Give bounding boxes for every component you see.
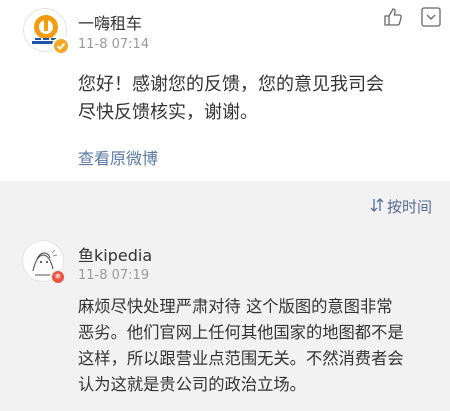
sort-by-time-button[interactable]: 按时间 [369,196,432,217]
reply-actions [382,6,442,32]
reply-message-line: 尽快反馈核实，谢谢。 [78,102,258,123]
commenter-name[interactable]: 鱼kipedia [78,242,152,266]
comment-text-line: 恶劣。他们官网上任何其他国家的地图都不是 [78,323,404,342]
sort-bar: 按时间 [0,193,450,221]
account-name[interactable]: 一嗨租车 [78,10,142,34]
reply-message-line: 您好！感谢您的反馈，您的意见我司会 [78,74,384,95]
sort-icon [369,197,385,217]
comment-timestamp: 11-8 07:19 [78,268,150,283]
comment-text-line: 麻烦尽快处理严肃对待 这个版图的意图非常 [78,297,393,316]
official-reply-card: 一嗨租车 11-8 07:14 您好！感谢您的反馈，您的意见我司会 尽快反馈核实… [0,0,450,181]
comment-text-line: 认为这就是贵公司的政治立场。 [78,375,306,394]
sort-label: 按时间 [386,198,432,216]
reply-message: 您好！感谢您的反馈，您的意见我司会 尽快反馈核实，谢谢。 [78,71,438,127]
thumbs-up-icon[interactable] [382,6,404,32]
comment-text-line: 这样，所以跟营业点范围无关。不然消费者会 [78,349,404,368]
view-original-link[interactable]: 查看原微博 [78,145,158,169]
chevron-down-icon[interactable] [420,6,442,32]
comment-text: 麻烦尽快处理严肃对待 这个版图的意图非常 恶劣。他们官网上任何其他国家的地图都不… [78,294,443,398]
reply-timestamp: 11-8 07:14 [78,37,150,52]
user-level-badge-icon: ❄ [50,269,66,285]
verified-badge-icon [52,37,70,55]
